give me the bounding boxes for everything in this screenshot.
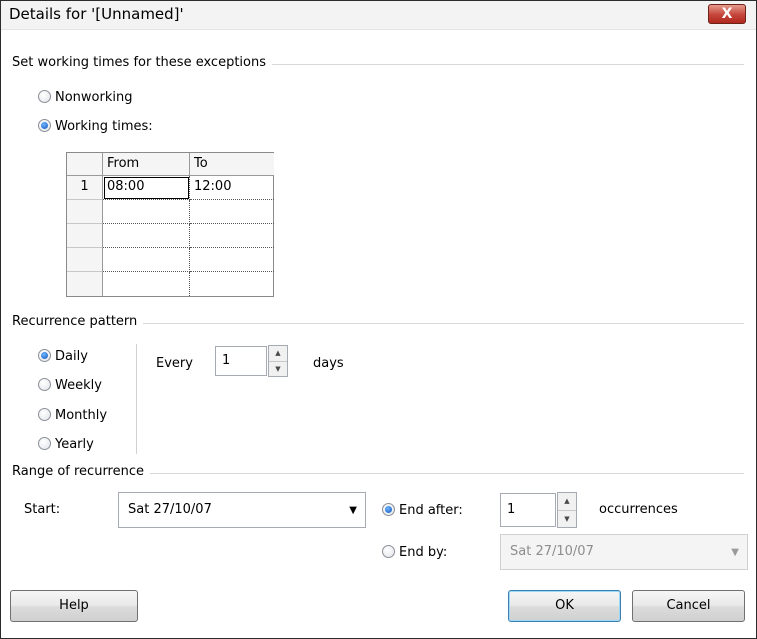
radio-icon: [38, 378, 51, 391]
end-after-input[interactable]: 1: [500, 493, 556, 527]
dropdown-arrow-icon: ▼: [731, 547, 739, 558]
radio-end-by[interactable]: End by:: [382, 544, 447, 562]
working-times-grid[interactable]: From To 1 08:00 12:00: [66, 152, 274, 297]
grid-cell-from[interactable]: [103, 272, 190, 296]
radio-weekly[interactable]: Weekly: [38, 377, 102, 395]
radio-icon: [382, 545, 395, 558]
grid-cell-from[interactable]: [103, 200, 190, 224]
row-number: [67, 248, 103, 272]
every-days-input[interactable]: 1: [215, 346, 267, 376]
start-date-dropdown[interactable]: Sat 27/10/07 ▼: [118, 492, 366, 528]
radio-icon: [38, 90, 51, 103]
occurrences-label: occurrences: [599, 502, 678, 517]
dropdown-arrow-icon: ▼: [349, 505, 357, 516]
every-label: Every: [156, 356, 193, 371]
radio-icon: [38, 408, 51, 421]
radio-selected-icon: [38, 119, 51, 132]
radio-daily-label: Daily: [55, 349, 88, 364]
row-number: 1: [67, 176, 103, 200]
radio-nonworking-label: Nonworking: [55, 90, 133, 105]
window-title: Details for '[Unnamed]': [9, 5, 184, 23]
cancel-button[interactable]: Cancel: [632, 590, 745, 622]
radio-icon: [38, 437, 51, 450]
chevron-down-icon[interactable]: ▼: [558, 511, 576, 528]
row-number: [67, 200, 103, 224]
grid-cell-from[interactable]: [103, 224, 190, 248]
radio-yearly[interactable]: Yearly: [38, 436, 94, 454]
radio-daily[interactable]: Daily: [38, 348, 88, 366]
start-label: Start:: [24, 502, 61, 517]
section-title-range: Range of recurrence: [12, 464, 150, 479]
end-by-date-dropdown[interactable]: Sat 27/10/07 ▼: [500, 534, 748, 570]
grid-cell-from[interactable]: [103, 248, 190, 272]
close-icon: X: [721, 6, 733, 22]
radio-end-after[interactable]: End after:: [382, 502, 463, 520]
grid-corner: [67, 153, 103, 176]
row-number: [67, 272, 103, 296]
row-number: [67, 224, 103, 248]
chevron-down-icon[interactable]: ▼: [269, 362, 287, 377]
every-days-spinner[interactable]: ▲ ▼: [268, 345, 288, 377]
radio-working-times[interactable]: Working times:: [38, 118, 153, 136]
chevron-up-icon[interactable]: ▲: [558, 493, 576, 511]
radio-selected-icon: [382, 503, 395, 516]
ok-button[interactable]: OK: [508, 590, 621, 622]
radio-monthly[interactable]: Monthly: [38, 407, 107, 425]
grid-cell-from[interactable]: 08:00: [103, 176, 190, 200]
radio-monthly-label: Monthly: [55, 408, 108, 423]
vertical-divider: [136, 344, 137, 454]
radio-weekly-label: Weekly: [55, 378, 102, 393]
column-header-from: From: [103, 153, 190, 176]
radio-working-times-label: Working times:: [55, 119, 153, 134]
help-button[interactable]: Help: [10, 590, 138, 622]
radio-selected-icon: [38, 349, 51, 362]
grid-cell-to[interactable]: 12:00: [190, 176, 274, 200]
radio-nonworking[interactable]: Nonworking: [38, 89, 132, 107]
close-button[interactable]: X: [708, 4, 746, 24]
grid-cell-to[interactable]: [190, 224, 274, 248]
end-after-spinner[interactable]: ▲ ▼: [557, 492, 577, 528]
end-by-date-value: Sat 27/10/07: [510, 544, 594, 559]
grid-cell-to[interactable]: [190, 272, 274, 296]
chevron-up-icon[interactable]: ▲: [269, 346, 287, 362]
grid-cell-to[interactable]: [190, 200, 274, 224]
grid-cell-to[interactable]: [190, 248, 274, 272]
radio-yearly-label: Yearly: [55, 437, 94, 452]
radio-end-after-label: End after:: [399, 503, 463, 518]
radio-end-by-label: End by:: [399, 545, 448, 560]
column-header-to: To: [190, 153, 274, 176]
days-label: days: [313, 356, 344, 371]
section-title-exceptions: Set working times for these exceptions: [12, 55, 273, 70]
start-date-value: Sat 27/10/07: [128, 502, 212, 517]
section-title-recurrence: Recurrence pattern: [12, 314, 144, 329]
